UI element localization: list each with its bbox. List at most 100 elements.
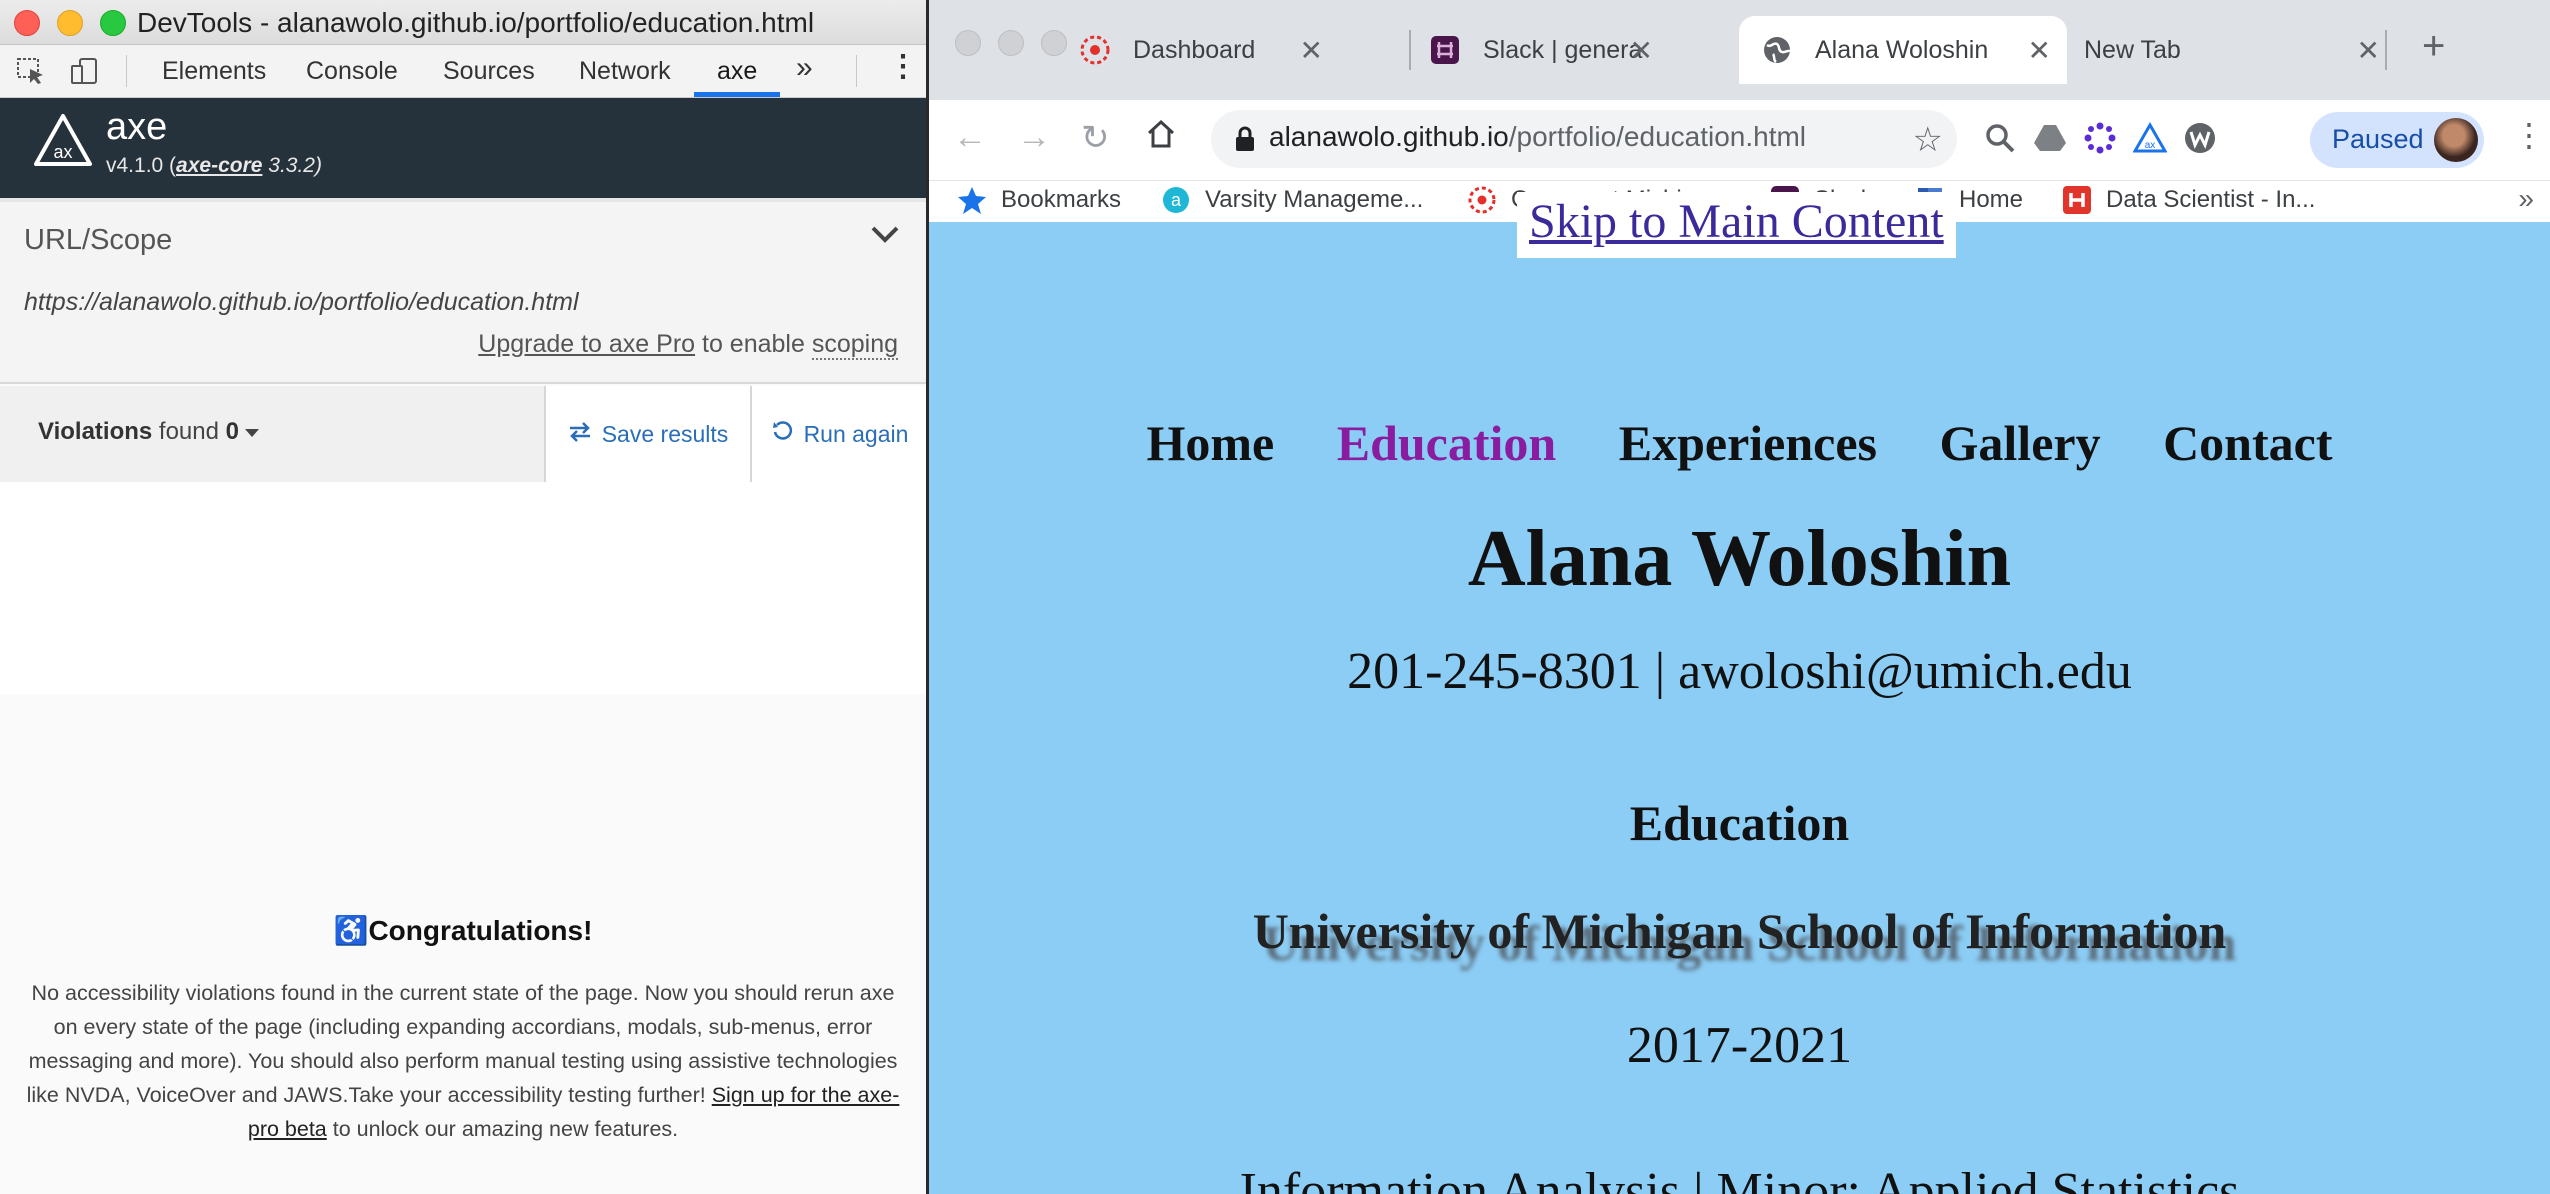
devtools-menu-icon[interactable]: ⋮ — [888, 49, 918, 84]
violations-found-text: found — [152, 418, 226, 445]
devtools-window: DevTools - alanawolo.github.io/portfolio… — [0, 0, 929, 1194]
close-tab-icon[interactable]: ✕ — [2357, 34, 2380, 67]
devtools-titlebar: DevTools - alanawolo.github.io/portfolio… — [0, 0, 926, 45]
url-text: alanawolo.github.io/portfolio/education.… — [1269, 121, 1806, 153]
swap-icon — [568, 421, 592, 448]
bookmark-data-scientist[interactable]: Data Scientist - In... — [2062, 185, 2315, 215]
browser-minimize-button[interactable] — [998, 30, 1024, 56]
inspect-element-icon[interactable] — [16, 57, 46, 85]
browser-tab-slack[interactable]: Slack | general | S ✕ — [1429, 16, 1669, 84]
url-scope-label[interactable]: URL/Scope — [24, 224, 172, 257]
skip-to-main-content-link[interactable]: Skip to Main Content — [1517, 192, 1956, 258]
svg-text:a: a — [1171, 190, 1182, 210]
nav-link-education[interactable]: Education — [1337, 415, 1557, 471]
bookmark-label: Varsity Manageme... — [1205, 186, 1424, 213]
violations-bar: Violations found 0 Save results Run agai… — [0, 386, 926, 483]
axe-core-version: 3.3.2) — [262, 154, 322, 177]
tab-title: Slack | general | S — [1483, 35, 1643, 64]
wave-extension-icon[interactable] — [2180, 118, 2220, 158]
refresh-icon — [772, 420, 794, 448]
tab-console[interactable]: Console — [306, 57, 398, 86]
school-name: University of Michigan School of Informa… — [1252, 903, 2227, 959]
bookmark-varsity[interactable]: a Varsity Manageme... — [1161, 185, 1423, 215]
tab-elements[interactable]: Elements — [162, 57, 266, 86]
more-tabs-button[interactable]: » — [796, 51, 813, 85]
scope-url: https://alanawolo.github.io/portfolio/ed… — [24, 288, 579, 316]
contact-info: 201-245-8301 | awoloshi@umich.edu — [1347, 643, 2132, 700]
svg-text:ax: ax — [53, 142, 72, 162]
home-icon[interactable] — [1145, 118, 1177, 159]
nav-link-contact[interactable]: Contact — [2163, 415, 2332, 471]
close-tab-icon[interactable]: ✕ — [2028, 34, 2051, 67]
tab-title: Dashboard — [1133, 35, 1256, 64]
more-bookmarks-button[interactable]: » — [2518, 183, 2534, 215]
run-again-button[interactable]: Run again — [750, 386, 926, 482]
google-drive-icon[interactable] — [2030, 118, 2070, 158]
browser-tab-dashboard[interactable]: Dashboard ✕ — [1079, 16, 1339, 84]
reload-icon[interactable]: ↻ — [1081, 118, 1110, 158]
browser-close-button[interactable] — [955, 30, 981, 56]
bookmark-label: Data Scientist - In... — [2106, 186, 2316, 213]
tab-axe[interactable]: axe — [717, 57, 757, 86]
violations-filter[interactable]: Violations found 0 — [38, 418, 260, 446]
nav-link-home[interactable]: Home — [1146, 415, 1274, 471]
back-arrow-icon[interactable]: ← — [953, 118, 987, 157]
nav-link-experiences[interactable]: Experiences — [1619, 415, 1877, 471]
congratulations-message: No accessibility violations found in the… — [18, 976, 908, 1146]
forward-arrow-icon[interactable]: → — [1017, 118, 1051, 157]
varsity-icon: a — [1161, 185, 1191, 215]
tab-network[interactable]: Network — [579, 57, 671, 86]
close-window-button[interactable] — [14, 10, 40, 36]
window-controls — [14, 10, 126, 36]
svg-text:ax: ax — [2145, 140, 2156, 151]
webpage-content: Skip to Main Content Home Education Expe… — [929, 192, 2550, 1194]
upgrade-notice: Upgrade to axe Pro to enable scoping — [478, 330, 898, 360]
scoping-term: scoping — [811, 330, 898, 360]
new-tab-plus-icon[interactable]: + — [2422, 24, 2445, 69]
device-toolbar-icon[interactable] — [70, 57, 100, 85]
address-bar[interactable]: alanawolo.github.io/portfolio/education.… — [1211, 110, 1957, 168]
dots-extension-icon[interactable] — [2080, 118, 2120, 158]
search-icon[interactable] — [1980, 118, 2020, 158]
zoom-window-button[interactable] — [100, 10, 126, 36]
url-scope-panel: URL/Scope https://alanawolo.github.io/po… — [0, 198, 926, 384]
browser-window-controls — [955, 30, 1067, 56]
canvas-icon — [1467, 185, 1497, 215]
handshake-icon — [2062, 185, 2092, 215]
close-tab-icon[interactable]: ✕ — [1630, 34, 1653, 67]
bookmark-bookmarks[interactable]: Bookmarks — [957, 185, 1121, 215]
axe-title: axe — [106, 106, 168, 148]
minimize-window-button[interactable] — [57, 10, 83, 36]
results-list — [0, 482, 926, 696]
nav-link-gallery[interactable]: Gallery — [1940, 415, 2101, 471]
url-path: /portfolio/education.html — [1508, 121, 1807, 152]
congratulations-heading: ♿Congratulations! — [0, 914, 926, 947]
globe-icon — [1761, 34, 1793, 66]
axe-logo-icon: ax — [32, 112, 94, 175]
accessibility-icon: ♿ — [333, 915, 369, 946]
caret-down-icon — [245, 428, 260, 437]
lock-icon[interactable] — [1235, 126, 1255, 157]
chevron-down-icon[interactable] — [870, 224, 900, 249]
browser-zoom-button[interactable] — [1041, 30, 1067, 56]
tab-sources[interactable]: Sources — [443, 57, 535, 86]
save-results-button[interactable]: Save results — [544, 386, 750, 482]
star-icon — [957, 185, 987, 215]
violations-label: Violations — [38, 418, 153, 445]
tab-title: Alana Woloshin — [1815, 35, 1989, 64]
axe-core-link[interactable]: axe-core — [176, 154, 262, 177]
browser-menu-icon[interactable]: ⋮ — [2513, 116, 2545, 154]
close-tab-icon[interactable]: ✕ — [1300, 34, 1323, 67]
slack-icon — [1429, 34, 1461, 66]
browser-tab-new-tab[interactable]: New Tab ✕ — [2084, 16, 2396, 84]
upgrade-axe-pro-link[interactable]: Upgrade to axe Pro — [478, 330, 695, 358]
canvas-icon — [1079, 34, 1111, 66]
browser-tab-alana-woloshin[interactable]: Alana Woloshin ✕ — [1739, 16, 2067, 84]
profile-paused-button[interactable]: Paused — [2310, 112, 2484, 168]
browser-tabstrip: Dashboard ✕ Slack | general | S ✕ Alana … — [929, 0, 2550, 100]
axe-extension-icon[interactable]: ax — [2130, 118, 2170, 158]
congratulations-title-text: Congratulations! — [368, 915, 593, 946]
section-heading: Education — [1629, 795, 1850, 851]
bookmark-star-icon[interactable]: ☆ — [1913, 120, 1943, 160]
browser-window: Dashboard ✕ Slack | general | S ✕ Alana … — [929, 0, 2550, 1194]
